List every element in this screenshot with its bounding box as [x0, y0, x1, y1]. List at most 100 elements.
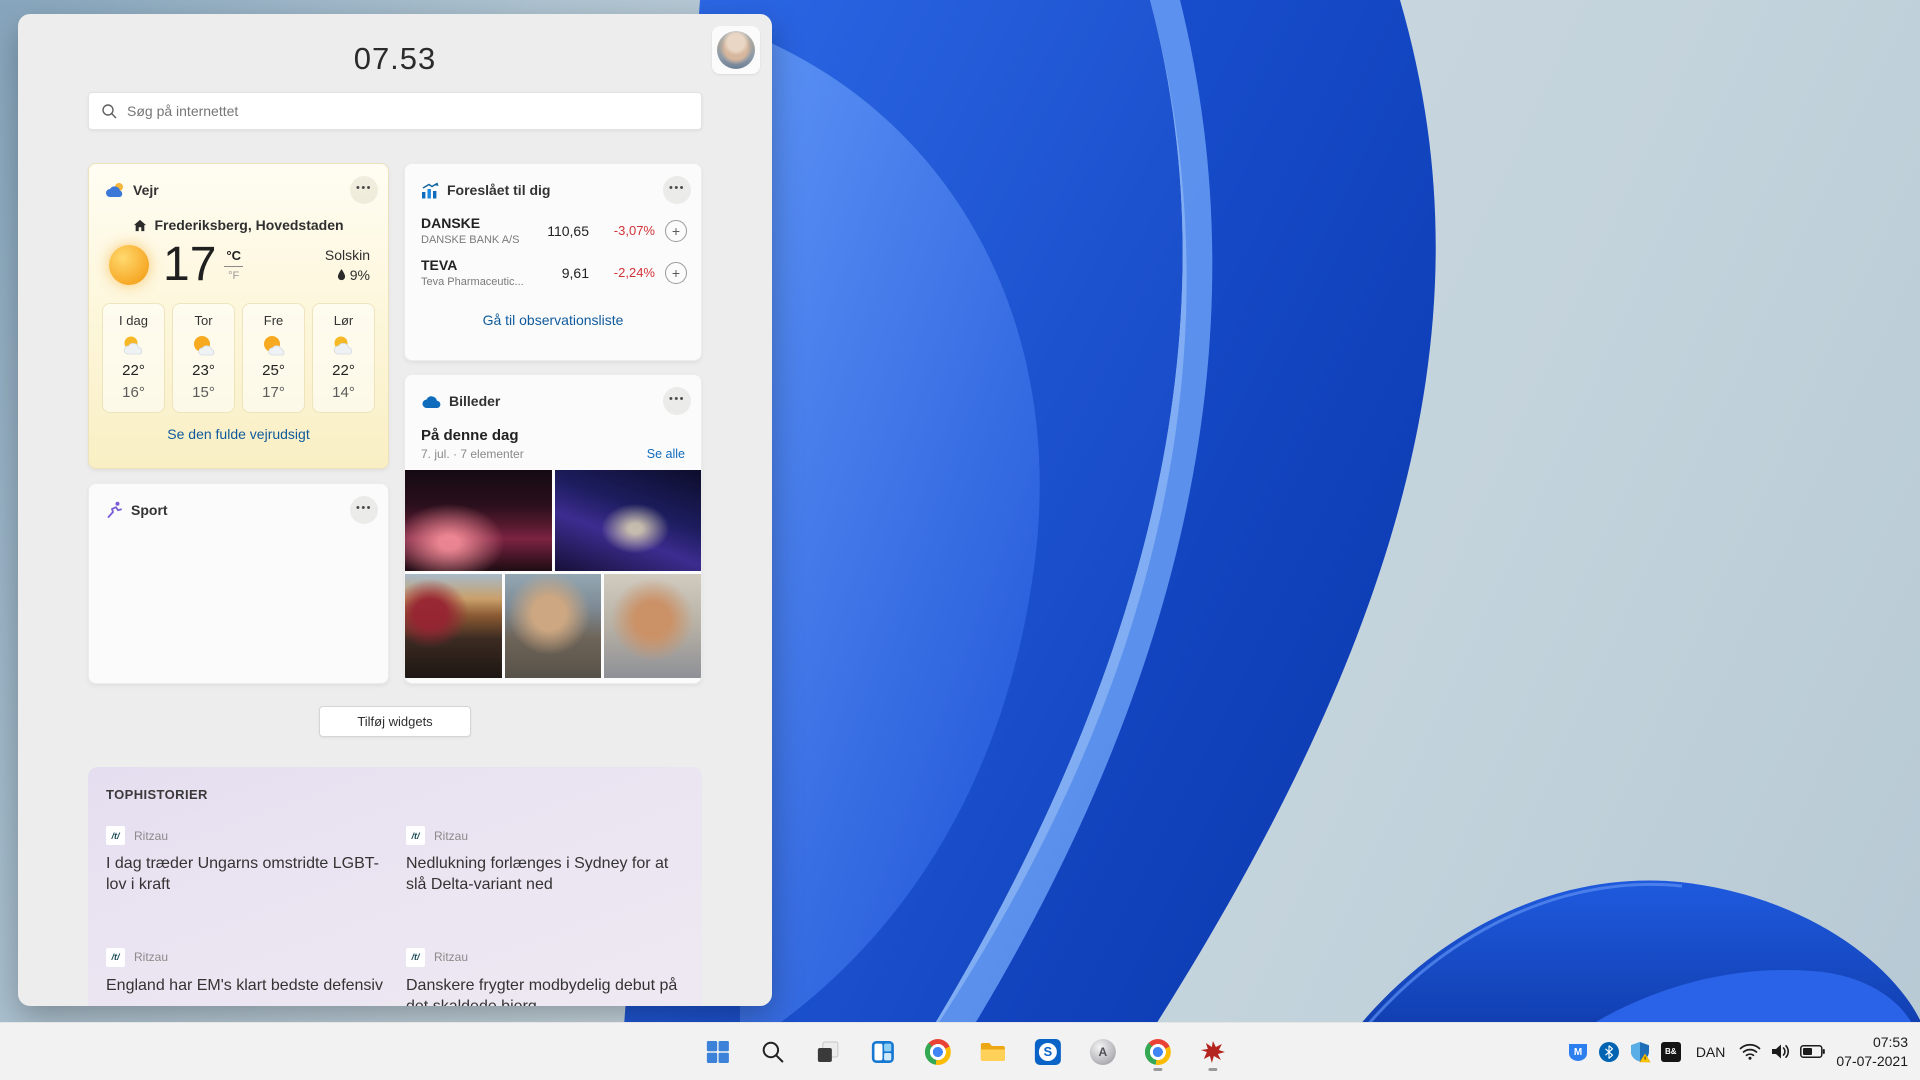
ritzau-logo-icon: /t/	[106, 826, 125, 845]
task-view-button[interactable]	[807, 1031, 849, 1073]
stock-row-teva[interactable]: TEVA Teva Pharmaceutic... 9,61 -2,24% +	[405, 246, 701, 288]
chrome-icon	[925, 1039, 951, 1065]
news-headline[interactable]: England har EM's klart bedste defensiv	[106, 975, 384, 996]
photos-widget[interactable]: Billeder ••• På denne dag 7. jul. · 7 el…	[404, 374, 702, 684]
runner-icon	[105, 501, 123, 519]
news-item[interactable]: /t/ Ritzau I dag træder Ungarns omstridt…	[106, 826, 384, 896]
ritzau-logo-icon: /t/	[406, 826, 425, 845]
on-this-day-heading: På denne dag	[421, 427, 685, 444]
chrome-pinned-button[interactable]	[917, 1031, 959, 1073]
s-app-icon: S	[1035, 1039, 1061, 1065]
news-headline[interactable]: Nedlukning forlænges i Sydney for at slå…	[406, 853, 684, 896]
taskbar-clock[interactable]: 07:53 07-07-2021	[1836, 1033, 1912, 1071]
top-stories-heading: TOPHISTORIER	[106, 787, 684, 802]
sun-small-cloud-icon	[190, 335, 218, 356]
news-item[interactable]: /t/ Ritzau Danskere frygter modbydelig d…	[406, 948, 684, 1006]
svg-text:M: M	[1574, 1047, 1582, 1058]
top-stories-section: TOPHISTORIER /t/ Ritzau I dag træder Ung…	[88, 767, 702, 1006]
weather-menu-button[interactable]: •••	[350, 176, 378, 204]
add-to-watchlist-button[interactable]: +	[665, 262, 687, 284]
ritzau-logo-icon: /t/	[106, 948, 125, 967]
add-to-watchlist-button[interactable]: +	[665, 220, 687, 242]
stock-row-danske[interactable]: DANSKE DANSKE BANK A/S 110,65 -3,07% +	[405, 204, 701, 246]
weather-widget[interactable]: Vejr ••• Frederiksberg, Hovedstaden 17	[88, 163, 389, 469]
start-button[interactable]	[697, 1031, 739, 1073]
security-shield-warning-icon[interactable]	[1627, 1039, 1653, 1065]
widgets-icon	[871, 1040, 895, 1064]
forecast-day-1[interactable]: Tor 23° 15°	[172, 303, 235, 413]
photo-thumbnail[interactable]	[405, 574, 502, 678]
battery-icon[interactable]	[1799, 1039, 1825, 1065]
see-all-link[interactable]: Se alle	[647, 447, 685, 461]
chrome-running-button[interactable]	[1137, 1031, 1179, 1073]
file-explorer-button[interactable]	[972, 1031, 1014, 1073]
sun-behind-cloud-icon	[120, 335, 148, 356]
current-temperature: 17	[163, 241, 216, 289]
malwarebytes-tray-icon[interactable]: M	[1565, 1039, 1591, 1065]
wifi-icon[interactable]	[1737, 1039, 1763, 1065]
bang-olufsen-tray-icon[interactable]: B&	[1658, 1039, 1684, 1065]
news-headline[interactable]: I dag træder Ungarns omstridte LGBT-lov …	[106, 853, 384, 896]
weather-condition: Solskin	[325, 247, 370, 263]
tray-date: 07-07-2021	[1836, 1052, 1908, 1071]
weather-widget-icon	[105, 182, 125, 198]
web-search-bar[interactable]	[88, 92, 702, 130]
photo-thumbnail[interactable]	[604, 574, 701, 678]
forecast-day-2[interactable]: Fre 25° 17°	[242, 303, 305, 413]
home-icon	[133, 219, 147, 232]
weather-location: Frederiksberg, Hovedstaden	[154, 217, 343, 233]
photo-thumbnail[interactable]	[555, 470, 702, 571]
news-headline[interactable]: Danskere frygter modbydelig debut på det…	[406, 975, 684, 1006]
photos-subtitle: 7. jul. · 7 elementer	[421, 447, 524, 461]
paint-app-button[interactable]	[1192, 1031, 1234, 1073]
search-input[interactable]	[127, 103, 689, 119]
app-a-button[interactable]: A	[1082, 1031, 1124, 1073]
photo-thumbnail[interactable]	[405, 470, 552, 571]
taskbar: S A M	[0, 1022, 1920, 1080]
widgets-button[interactable]	[862, 1031, 904, 1073]
onedrive-cloud-icon	[421, 394, 441, 409]
sport-title: Sport	[131, 502, 168, 518]
stocks-chart-icon	[421, 182, 439, 199]
forecast-day-3[interactable]: Lør 22° 14°	[312, 303, 375, 413]
add-widgets-button[interactable]: Tilføj widgets	[319, 706, 471, 737]
precip-chance: 9%	[350, 267, 370, 283]
sun-behind-cloud-icon	[330, 335, 358, 356]
fahrenheit-toggle[interactable]: °F	[228, 267, 239, 282]
stocks-menu-button[interactable]: •••	[663, 176, 691, 204]
language-indicator[interactable]: DAN	[1689, 1044, 1733, 1060]
weather-location-row[interactable]: Frederiksberg, Hovedstaden	[89, 217, 388, 233]
sport-widget[interactable]: Sport •••	[88, 483, 389, 684]
bluetooth-tray-icon[interactable]	[1596, 1039, 1622, 1065]
search-icon	[101, 103, 117, 119]
sun-small-cloud-icon	[260, 335, 288, 356]
volume-icon[interactable]	[1768, 1039, 1794, 1065]
widgets-panel: 07.53 Vejr •••	[18, 14, 772, 1006]
taskbar-search-button[interactable]	[752, 1031, 794, 1073]
tray-time: 07:53	[1836, 1033, 1908, 1052]
photos-title: Billeder	[449, 393, 500, 409]
sport-menu-button[interactable]: •••	[350, 496, 378, 524]
search-icon	[761, 1040, 785, 1064]
raindrop-icon	[337, 269, 346, 281]
chrome-icon	[1145, 1039, 1171, 1065]
news-item[interactable]: /t/ Ritzau Nedlukning forlænges i Sydney…	[406, 826, 684, 896]
stocks-title: Foreslået til dig	[447, 182, 550, 198]
weather-title: Vejr	[133, 182, 159, 198]
news-item[interactable]: /t/ Ritzau England har EM's klart bedste…	[106, 948, 384, 1006]
celsius-toggle[interactable]: °C	[224, 248, 243, 267]
panel-clock: 07.53	[88, 40, 702, 78]
photos-menu-button[interactable]: •••	[663, 387, 691, 415]
windows-start-icon	[706, 1040, 730, 1064]
watchlist-link[interactable]: Gå til observationsliste	[405, 312, 701, 328]
task-view-icon	[816, 1040, 840, 1064]
red-splat-icon	[1200, 1039, 1226, 1065]
stocks-widget[interactable]: Foreslået til dig ••• DANSKE DANSKE BANK…	[404, 163, 702, 361]
photo-thumbnail[interactable]	[505, 574, 602, 678]
full-forecast-link[interactable]: Se den fulde vejrudsigt	[89, 426, 388, 442]
ritzau-logo-icon: /t/	[406, 948, 425, 967]
folder-icon	[980, 1041, 1006, 1063]
forecast-day-0[interactable]: I dag 22° 16°	[102, 303, 165, 413]
sun-icon	[109, 245, 149, 285]
app-s-button[interactable]: S	[1027, 1031, 1069, 1073]
